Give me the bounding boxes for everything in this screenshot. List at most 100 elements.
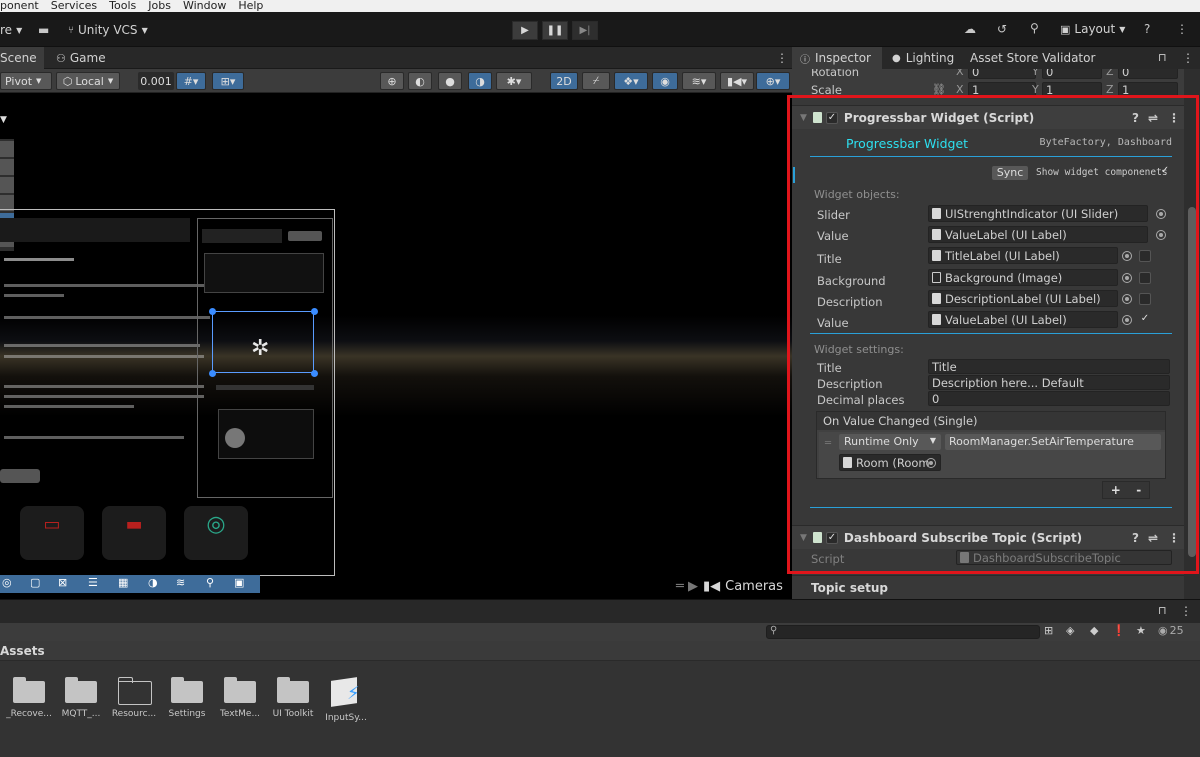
menu-item-window[interactable]: Window	[183, 0, 226, 12]
theme-icon[interactable]: ◑	[148, 576, 158, 589]
pivot-dropdown[interactable]: Pivot ▼	[0, 72, 52, 90]
label-icon[interactable]: ◆	[1090, 624, 1098, 637]
ui-canvas-frame[interactable]: ✲ ▭ ▬ ◎	[0, 209, 335, 576]
lighting-icon[interactable]: ◑	[468, 72, 492, 90]
pause-button[interactable]: ❚❚	[542, 21, 568, 40]
rotation-x-field[interactable]: 0	[968, 69, 1036, 79]
shaded-icon[interactable]: ◐	[408, 72, 432, 90]
tab-game[interactable]: ⚇ Game	[48, 47, 114, 69]
asset-item[interactable]: TextMe...	[214, 677, 266, 719]
grid-snap-button[interactable]: #▾	[176, 72, 206, 90]
sphere-icon[interactable]: ●	[438, 72, 462, 90]
tool-dropdown-icon[interactable]: ▼	[0, 115, 14, 127]
play-button[interactable]: ▶	[512, 21, 538, 40]
rect-handle[interactable]	[311, 370, 318, 377]
asset-item[interactable]: MQTT_...	[55, 677, 107, 719]
pivot-anchor-icon[interactable]: ✲	[251, 336, 269, 361]
rotate-tool-icon[interactable]	[0, 177, 14, 193]
lock-icon[interactable]: ⊓	[1158, 604, 1167, 617]
tab-scene[interactable]: Scene	[0, 47, 44, 69]
favorite-icon[interactable]: ★	[1136, 624, 1146, 637]
warning-icon[interactable]: ❗	[1112, 624, 1126, 637]
layers-icon[interactable]: ≋	[176, 576, 185, 589]
hand-tool-icon[interactable]	[0, 141, 14, 157]
search-icon: ⚲	[770, 625, 778, 636]
help-icon[interactable]: ?	[1144, 22, 1150, 36]
tab-inspector-label: Inspector	[815, 51, 871, 65]
snap-value-field[interactable]: 0.001	[138, 72, 174, 90]
asset-item[interactable]: Settings	[161, 677, 213, 719]
layout-dropdown[interactable]: ▣ Layout ▼	[1060, 22, 1125, 36]
more-icon[interactable]: ⋮	[776, 51, 788, 65]
zoom-icon[interactable]: ⚲	[206, 576, 214, 589]
unity-vcs-button[interactable]: ⑂ Unity VCS ▼	[68, 23, 148, 37]
hidden-count[interactable]: ◉ 25	[1158, 624, 1184, 637]
canvas-text	[4, 436, 184, 439]
scene-viewport[interactable]: ▼ ✲ ▭ ▬ ◎ ◎ ▢ ⊠ ☰ ▦ ◑ ≋ ⚲ ▣ ═ ▶ ▮◀ Camer…	[0, 93, 792, 599]
account-dropdown[interactable]: re ▼	[0, 23, 22, 37]
chevron-down-icon: ▼	[1119, 24, 1126, 34]
camera-view-icon[interactable]: ▣	[234, 576, 244, 589]
effects-dropdown[interactable]: ❖▾	[614, 72, 648, 90]
cloud-icon[interactable]: ☁	[964, 22, 976, 36]
debug-dropdown[interactable]: ✱▾	[496, 72, 532, 90]
eye-icon: ◉	[1158, 624, 1168, 637]
audio-mute-icon[interactable]: ⌿	[582, 72, 610, 90]
selected-rect[interactable]: ✲	[209, 308, 318, 377]
global-icon[interactable]: ⊕	[380, 72, 404, 90]
layers-dropdown[interactable]: ≋▾	[682, 72, 716, 90]
rotation-z: 0	[1122, 69, 1130, 79]
rect-handle[interactable]	[209, 370, 216, 377]
asset-item[interactable]: ⚡ InputSy...	[320, 677, 372, 723]
create-icon[interactable]: ⊞	[1044, 624, 1053, 637]
gizmos-dropdown[interactable]: ⊕▾	[756, 72, 790, 90]
asset-item[interactable]: UI Toolkit	[267, 677, 319, 719]
menu-item-tools[interactable]: Tools	[109, 0, 136, 12]
asset-item[interactable]: Resourc...	[108, 677, 160, 719]
search-icon[interactable]: ⚲	[1030, 21, 1039, 35]
rect-icon[interactable]: ▢	[30, 576, 40, 589]
rect-handle[interactable]	[311, 308, 318, 315]
local-dropdown[interactable]: ⬡ Local ▼	[56, 72, 120, 90]
increment-snap-button[interactable]: ⊞▾	[212, 72, 244, 90]
menu-item-component[interactable]: ponent	[0, 0, 39, 12]
move-tool-icon[interactable]	[0, 159, 14, 175]
visibility-icon[interactable]: ◉	[652, 72, 678, 90]
more-icon[interactable]: ⋮	[1182, 51, 1194, 65]
mode-2d-button[interactable]: 2D	[550, 72, 578, 90]
align-icon[interactable]: ☰	[88, 576, 98, 589]
cameras-label: Cameras	[725, 579, 783, 594]
compass-icon[interactable]: ◎	[2, 576, 12, 589]
save-icon[interactable]: ▬	[38, 23, 49, 37]
menu-item-services[interactable]: Services	[51, 0, 97, 12]
step-button[interactable]: ▶|	[572, 21, 598, 40]
rotation-x-axis: X	[956, 69, 964, 78]
grid-icon[interactable]: ▦	[118, 576, 128, 589]
lightbulb-icon: ●	[892, 52, 901, 64]
project-search-input[interactable]: ⚲	[766, 625, 1040, 639]
rotation-label: Rotation	[811, 69, 860, 79]
tab-asset-store-validator[interactable]: Asset Store Validator	[962, 47, 1103, 69]
more-icon[interactable]: ⋮	[1180, 604, 1192, 618]
lock-icon[interactable]: ⊓	[1158, 51, 1167, 64]
topic-setup-label: Topic setup	[811, 581, 888, 595]
anchor-icon[interactable]: ⊠	[58, 576, 67, 589]
collapse-icon: ═ ▶	[676, 579, 698, 594]
tab-inspector[interactable]: ⓘ Inspector	[792, 47, 882, 69]
filter-type-icon[interactable]: ◈	[1066, 624, 1074, 637]
canvas-button	[0, 469, 40, 483]
more-icon[interactable]: ⋮	[1176, 22, 1188, 36]
assets-breadcrumb-label[interactable]: Assets	[0, 644, 45, 658]
asset-label: MQTT_...	[61, 709, 101, 719]
rotation-y-field[interactable]: 0	[1042, 69, 1102, 79]
history-icon[interactable]: ↺	[997, 22, 1007, 36]
tab-lighting[interactable]: ● Lighting	[884, 47, 962, 69]
canvas-text	[4, 385, 204, 388]
menu-item-help[interactable]: Help	[238, 0, 263, 12]
asset-item[interactable]: _Recove...	[3, 677, 55, 719]
menu-item-jobs[interactable]: Jobs	[148, 0, 171, 12]
rect-handle[interactable]	[209, 308, 216, 315]
cameras-overlay[interactable]: ═ ▶ ▮◀ Cameras	[676, 579, 783, 594]
rotation-z-field[interactable]: 0	[1118, 69, 1178, 79]
camera-dropdown[interactable]: ▮◀▾	[720, 72, 754, 90]
